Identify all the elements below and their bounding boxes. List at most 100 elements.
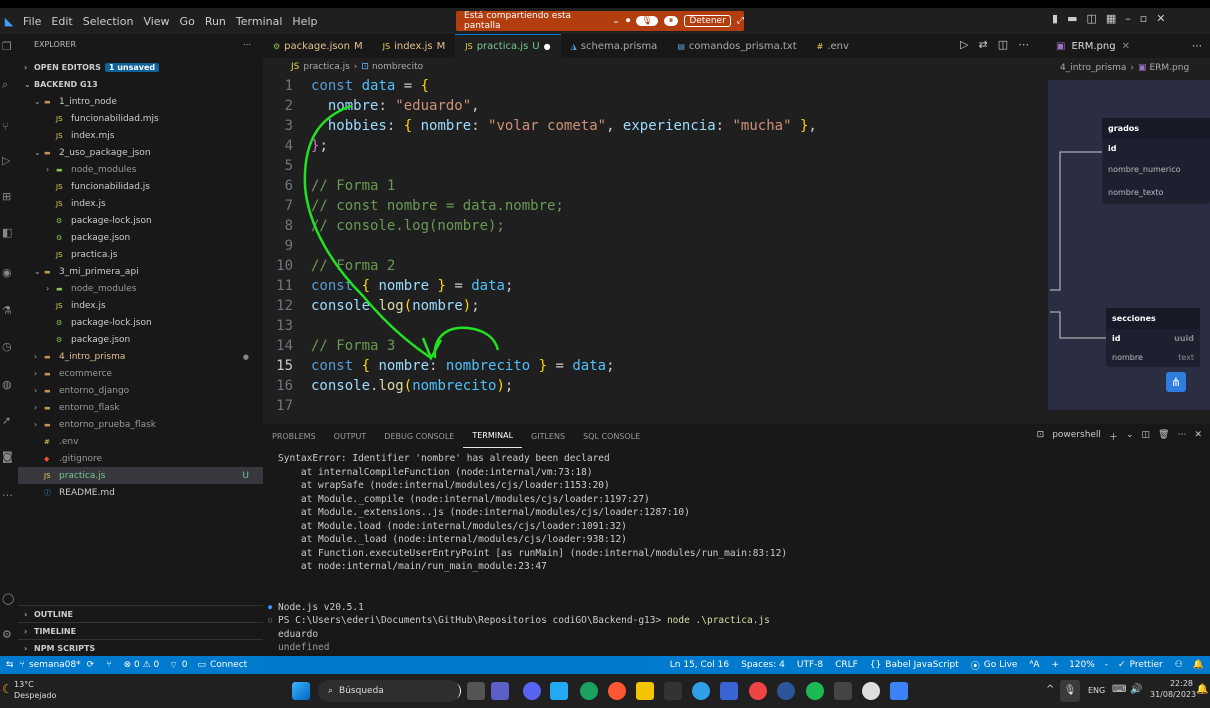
spotify-icon[interactable] <box>806 682 824 700</box>
chevron-down-icon[interactable]: ⌄ <box>612 16 620 26</box>
file-item[interactable]: ⚙ package-lock.json <box>18 314 263 331</box>
folder-item[interactable]: › ▬ 4_intro_prisma ● <box>18 348 263 365</box>
line-endings[interactable]: CRLF <box>835 660 858 670</box>
weather-temp[interactable]: 13°C <box>14 680 34 689</box>
new-terminal-icon[interactable]: ＋ <box>1109 430 1118 443</box>
panel-tab[interactable]: OUTPUT <box>325 424 376 448</box>
file-item[interactable]: ⚙ package.json <box>18 331 263 348</box>
taskbar-search[interactable]: ⌕ Búsqueda <box>318 680 460 702</box>
unsaved-dot-icon[interactable]: ● <box>544 42 551 51</box>
editor-tab[interactable]: ⚙ package.json M <box>263 34 373 58</box>
trash-icon[interactable]: 🗑 <box>1158 430 1169 443</box>
font-size-icon[interactable]: ᴬA <box>1029 660 1039 670</box>
folder-item[interactable]: ⌄ ▬ 2_uso_package_json <box>18 144 263 161</box>
close-icon[interactable]: ✕ <box>1156 12 1165 25</box>
toggle-panel-icon[interactable]: ▬ <box>1067 12 1077 25</box>
spotify-icon[interactable]: ◍ <box>2 378 12 391</box>
file-item[interactable]: JS index.js <box>18 297 263 314</box>
zoom-level[interactable]: 120% <box>1069 660 1095 670</box>
notifications-icon[interactable]: 🔔 <box>1193 660 1204 670</box>
live-share-icon[interactable]: ➚ <box>2 414 11 427</box>
mic-icon[interactable]: 🎙 <box>636 16 658 26</box>
folder-item[interactable]: › ▬ entorno_flask <box>18 399 263 416</box>
app-icon[interactable] <box>720 682 738 700</box>
cursor-position[interactable]: Ln 15, Col 16 <box>670 660 729 670</box>
ports-icon[interactable]: ⌔ <box>169 660 177 671</box>
file-item[interactable]: ◆ .gitignore <box>18 450 263 467</box>
app-icon[interactable] <box>608 682 626 700</box>
terminal-output[interactable]: SyntaxError: Identifier 'nombre' has alr… <box>268 452 787 668</box>
erm-tab[interactable]: ERM.png <box>1071 41 1115 52</box>
more-icon[interactable]: ⋯ <box>1018 38 1029 51</box>
split-editor-icon[interactable]: ◫ <box>998 38 1008 51</box>
remote-indicator-icon[interactable]: ⇆ <box>0 660 20 670</box>
editor-tab[interactable]: ◮ schema.prisma <box>561 34 668 58</box>
file-item[interactable]: ⚙ package-lock.json <box>18 212 263 229</box>
stop-circle-icon[interactable]: ⏺ <box>626 16 631 26</box>
prettier-status[interactable]: Prettier <box>1130 660 1163 670</box>
accounts-icon[interactable]: ⚇ <box>1175 660 1183 670</box>
folder-item[interactable]: › ▬ entorno_prueba_flask <box>18 416 263 433</box>
erm-breadcrumb-file[interactable]: ERM.png <box>1149 63 1189 73</box>
run-debug-icon[interactable]: ▷ <box>2 154 10 167</box>
network-icon[interactable]: ⌨ <box>1112 684 1126 695</box>
encoding[interactable]: UTF-8 <box>797 660 823 670</box>
camera-icon[interactable]: ◙ <box>2 450 13 463</box>
sync-icon[interactable]: ⟳ <box>87 660 95 670</box>
breadcrumb-file[interactable]: practica.js <box>303 62 349 72</box>
run-icon[interactable]: ▷ <box>960 38 968 51</box>
file-item[interactable]: JS funcionabilidad.js <box>18 178 263 195</box>
testing-icon[interactable]: ⚗ <box>2 304 12 317</box>
app-icon[interactable] <box>692 682 710 700</box>
shell-name[interactable]: powershell <box>1052 430 1101 443</box>
chevron-down-icon[interactable]: ⌄ <box>1126 430 1134 443</box>
file-item[interactable]: JS practica.js U <box>18 467 263 484</box>
file-item[interactable]: # .env <box>18 433 263 450</box>
vscode-taskbar-icon[interactable] <box>550 682 568 700</box>
search-icon[interactable]: ⌕ <box>2 78 8 92</box>
files-icon[interactable]: ❐ <box>2 40 12 53</box>
folder-item[interactable]: › ▬ ecommerce <box>18 365 263 382</box>
toggle-sidebar-icon[interactable]: ▮ <box>1052 12 1058 25</box>
problems-count[interactable]: ⊗ 0 ⚠ 0 <box>124 660 160 670</box>
folder-item[interactable]: › ▬ node_modules <box>18 161 263 178</box>
more-icon[interactable]: … <box>2 486 13 499</box>
breadcrumb-symbol[interactable]: nombrecito <box>372 62 423 72</box>
clock-date[interactable]: 31/08/2023 <box>1150 690 1196 699</box>
file-item[interactable]: JS funcionabilidad.mjs <box>18 110 263 127</box>
folder-item[interactable]: ⌄ ▬ 1_intro_node <box>18 93 263 110</box>
panel-tab[interactable]: TERMINAL <box>463 424 523 448</box>
menu-selection[interactable]: Selection <box>78 15 139 28</box>
menu-help[interactable]: Help <box>287 15 322 28</box>
menu-view[interactable]: View <box>138 15 174 28</box>
close-tab-icon[interactable]: ✕ <box>1122 41 1130 52</box>
source-control-icon[interactable]: ⑂ <box>2 120 9 133</box>
account-icon[interactable]: ◯ <box>2 592 14 605</box>
more-icon[interactable]: ⋯ <box>1192 41 1202 52</box>
connect-button[interactable]: Connect <box>210 660 247 670</box>
maximize-icon[interactable]: ▫ <box>1140 12 1147 25</box>
minimize-icon[interactable]: – <box>1125 12 1131 25</box>
file-item[interactable]: JS index.js <box>18 195 263 212</box>
language-mode[interactable]: Babel JavaScript <box>885 660 958 670</box>
workspace-root[interactable]: ⌄ BACKEND G13 <box>18 76 263 93</box>
edge-icon[interactable] <box>580 682 598 700</box>
timeline-section[interactable]: › TIMELINE <box>18 622 263 639</box>
layout-icon[interactable]: ▦ <box>1106 12 1116 25</box>
windows-start-icon[interactable] <box>292 682 310 700</box>
command-decoration-icon[interactable]: ○ <box>268 614 272 628</box>
more-actions-icon[interactable]: ⋯ <box>243 40 251 49</box>
git-branch[interactable]: semana08* <box>29 660 81 670</box>
folder-item[interactable]: ⌄ ▬ 3_mi_primera_api <box>18 263 263 280</box>
task-view-icon[interactable] <box>467 682 485 700</box>
stop-sharing-button[interactable]: Detener <box>684 15 731 27</box>
file-item[interactable]: JS practica.js <box>18 246 263 263</box>
folder-item[interactable]: › ▬ node_modules <box>18 280 263 297</box>
teams-icon[interactable] <box>491 682 509 700</box>
menu-edit[interactable]: Edit <box>46 15 77 28</box>
go-live-button[interactable]: Go Live <box>984 660 1018 670</box>
notification-bell-icon[interactable]: 🔔 <box>1196 684 1208 695</box>
source-control-icon[interactable]: ⑂ <box>106 660 111 670</box>
weather-desc[interactable]: Despejado <box>14 691 56 700</box>
discord-icon[interactable] <box>523 682 541 700</box>
